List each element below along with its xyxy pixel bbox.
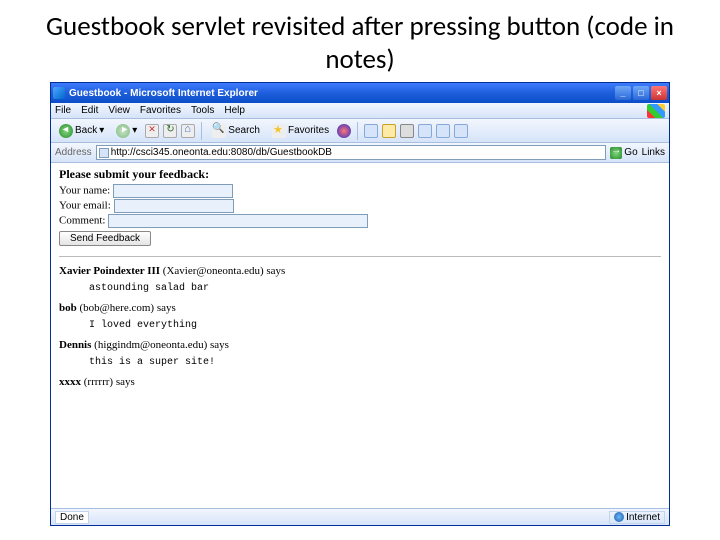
forward-icon <box>116 124 130 138</box>
separator <box>357 122 358 140</box>
comment-label: Comment: <box>59 215 105 227</box>
menubar: File Edit View Favorites Tools Help <box>51 103 669 119</box>
page-icon <box>99 148 109 158</box>
toolbar: Back ▾ ▾ Search Favorites <box>51 119 669 143</box>
entry-message: astounding salad bar <box>89 283 661 294</box>
status-bar: Done Internet <box>51 508 669 525</box>
guestbook-entry: xxxx (rrrrrr) says <box>59 376 661 388</box>
close-button[interactable]: × <box>651 86 667 100</box>
entry-email: higgindm@oneonta.edu <box>98 339 204 351</box>
name-input[interactable] <box>113 184 233 198</box>
entry-message: this is a super site! <box>89 357 661 368</box>
email-input[interactable] <box>114 199 234 213</box>
entry-message: I loved everything <box>89 320 661 331</box>
globe-icon <box>614 512 624 522</box>
entry-says: says <box>266 265 285 277</box>
star-icon <box>272 124 286 138</box>
search-button[interactable]: Search <box>208 123 264 139</box>
back-icon <box>59 124 73 138</box>
menu-edit[interactable]: Edit <box>81 105 98 116</box>
titlebar: Guestbook - Microsoft Internet Explorer … <box>51 83 669 103</box>
mail-button[interactable] <box>382 124 396 138</box>
address-label: Address <box>55 147 92 158</box>
entry-says: says <box>210 339 229 351</box>
messenger-button[interactable] <box>454 124 468 138</box>
refresh-button[interactable] <box>163 124 177 138</box>
menu-favorites[interactable]: Favorites <box>140 105 181 116</box>
guestbook-entry: Dennis (higgindm@oneonta.edu) says this … <box>59 339 661 368</box>
home-button[interactable] <box>181 124 195 138</box>
entry-name: bob <box>59 302 77 314</box>
entry-name: Xavier Poindexter III <box>59 265 160 277</box>
name-label: Your name: <box>59 185 110 197</box>
menu-view[interactable]: View <box>108 105 130 116</box>
entry-email: rrrrrr <box>87 376 109 388</box>
history-button[interactable] <box>364 124 378 138</box>
forward-button[interactable]: ▾ <box>112 123 141 139</box>
browser-window: Guestbook - Microsoft Internet Explorer … <box>50 82 670 526</box>
print-button[interactable] <box>400 124 414 138</box>
entry-name: xxxx <box>59 376 81 388</box>
url-text: http://csci345.oneonta.edu:8080/db/Guest… <box>111 147 332 158</box>
slide-title: Guestbook servlet revisited after pressi… <box>0 0 720 82</box>
maximize-button[interactable]: □ <box>633 86 649 100</box>
status-done: Done <box>55 511 89 524</box>
back-button[interactable]: Back ▾ <box>55 123 108 139</box>
menu-help[interactable]: Help <box>224 105 245 116</box>
menu-tools[interactable]: Tools <box>191 105 214 116</box>
entry-says: says <box>116 376 135 388</box>
divider <box>59 256 661 257</box>
windows-logo-icon <box>647 104 665 118</box>
comment-input[interactable] <box>108 214 368 228</box>
menu-file[interactable]: File <box>55 105 71 116</box>
go-icon <box>610 147 622 159</box>
entry-name: Dennis <box>59 339 91 351</box>
entry-email: Xavier@oneonta.edu <box>166 265 260 277</box>
links-label[interactable]: Links <box>642 147 665 158</box>
url-input[interactable]: http://csci345.oneonta.edu:8080/db/Guest… <box>96 145 607 160</box>
address-bar: Address http://csci345.oneonta.edu:8080/… <box>51 143 669 163</box>
entry-says: says <box>157 302 176 314</box>
search-icon <box>212 124 226 138</box>
media-button[interactable] <box>337 124 351 138</box>
favorites-button[interactable]: Favorites <box>268 123 333 139</box>
send-feedback-button[interactable]: Send Feedback <box>59 231 151 246</box>
edit-button[interactable] <box>418 124 432 138</box>
guestbook-entry: Xavier Poindexter III (Xavier@oneonta.ed… <box>59 265 661 294</box>
go-button[interactable]: Go <box>610 147 637 159</box>
guestbook-entry: bob (bob@here.com) says I loved everythi… <box>59 302 661 331</box>
page-content: Please submit your feedback: Your name: … <box>51 163 669 508</box>
form-heading: Please submit your feedback: <box>59 167 661 182</box>
ie-icon <box>53 87 65 99</box>
stop-button[interactable] <box>145 124 159 138</box>
status-zone: Internet <box>609 511 665 524</box>
minimize-button[interactable]: _ <box>615 86 631 100</box>
email-label: Your email: <box>59 200 111 212</box>
discuss-button[interactable] <box>436 124 450 138</box>
separator <box>201 122 202 140</box>
window-title: Guestbook - Microsoft Internet Explorer <box>69 88 615 99</box>
entry-email: bob@here.com <box>83 302 150 314</box>
